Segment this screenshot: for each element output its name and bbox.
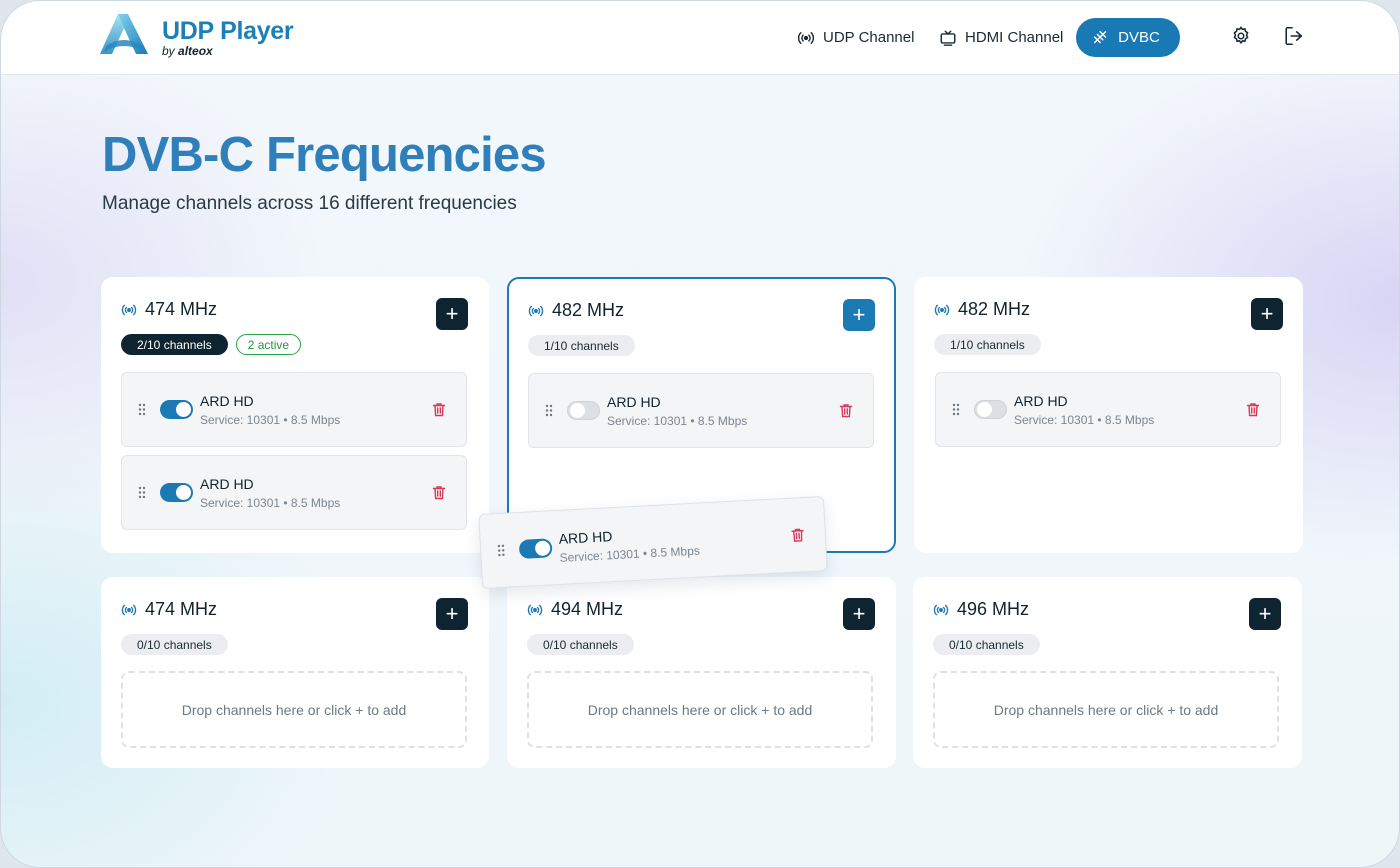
antenna-icon [1094, 30, 1107, 43]
channel-meta: Service: 10301 • 8.5 Mbps [200, 496, 341, 510]
app-subtitle: by alteox [162, 44, 213, 58]
app-title: UDP Player [162, 17, 294, 45]
channel-meta: Service: 10301 • 8.5 Mbps [559, 543, 701, 565]
channel-toggle[interactable] [974, 400, 1007, 419]
logout-icon[interactable] [1283, 25, 1305, 47]
card-badges: 1/10 channels [934, 334, 1041, 355]
nav-udp-channel[interactable]: UDP Channel [797, 18, 914, 57]
broadcast-icon [934, 304, 950, 315]
active-count-badge: 2 active [235, 334, 302, 355]
add-channel-button[interactable]: + [843, 299, 875, 331]
toggle-knob [176, 485, 191, 500]
app-subtitle-brand: alteox [178, 44, 213, 58]
frequency-label: 474 MHz [145, 599, 218, 619]
drop-zone[interactable]: Drop channels here or click + to add [121, 671, 467, 748]
add-channel-button[interactable]: + [1249, 598, 1281, 630]
toggle-knob [977, 402, 992, 417]
frequency-card-4: 474 MHz + 0/10 channels Drop channels he… [101, 577, 489, 768]
nav-hdmi-label: HDMI Channel [965, 29, 1064, 46]
card-header: 482 MHz [528, 300, 624, 321]
card-header: 474 MHz [121, 599, 217, 620]
channel-count-badge: 0/10 channels [121, 634, 228, 655]
broadcast-icon [797, 31, 815, 44]
nav-udp-label: UDP Channel [823, 29, 915, 46]
channel-name: ARD HD [558, 528, 613, 547]
frequency-label: 474 MHz [145, 299, 218, 319]
card-badges: 0/10 channels [933, 634, 1040, 655]
channel-meta: Service: 10301 • 8.5 Mbps [200, 413, 341, 427]
trash-icon[interactable] [839, 403, 853, 418]
channel-meta: Service: 10301 • 8.5 Mbps [1014, 413, 1155, 427]
card-header: 474 MHz [121, 299, 217, 320]
frequency-card-6: 496 MHz + 0/10 channels Drop channels he… [913, 577, 1302, 768]
broadcast-icon [121, 304, 137, 315]
channel-count-badge: 0/10 channels [933, 634, 1040, 655]
logo-icon [100, 14, 148, 54]
page-title: DVB-C Frequencies [102, 128, 547, 182]
drag-handle-icon[interactable] [952, 403, 960, 416]
toggle-knob [534, 540, 551, 557]
frequency-label: 482 MHz [958, 299, 1031, 319]
broadcast-icon [527, 604, 543, 615]
frequency-card-5: 494 MHz + 0/10 channels Drop channels he… [507, 577, 896, 768]
channel-name: ARD HD [1014, 393, 1068, 409]
card-badges: 2/10 channels 2 active [121, 334, 302, 355]
broadcast-icon [121, 604, 137, 615]
tv-icon [940, 30, 956, 46]
frequency-card-1: 474 MHz + 2/10 channels 2 active ARD HD … [101, 277, 489, 553]
channel-count-badge: 2/10 channels [121, 334, 228, 355]
toggle-knob [570, 403, 585, 418]
app-window: UDP Player by alteox UDP Channel HDMI Ch… [0, 0, 1400, 868]
nav-dvbc[interactable]: DVBC [1076, 18, 1180, 57]
drag-handle-icon[interactable] [497, 544, 506, 557]
card-badges: 0/10 channels [121, 634, 228, 655]
drop-zone[interactable]: Drop channels here or click + to add [527, 671, 873, 748]
add-channel-button[interactable]: + [436, 598, 468, 630]
channel-item[interactable]: ARD HD Service: 10301 • 8.5 Mbps [121, 455, 467, 530]
channel-toggle[interactable] [160, 400, 193, 419]
nav-dvbc-label: DVBC [1118, 29, 1160, 46]
drag-handle-icon[interactable] [138, 486, 146, 499]
channel-count-badge: 1/10 channels [934, 334, 1041, 355]
frequency-label: 496 MHz [957, 599, 1030, 619]
card-badges: 0/10 channels [527, 634, 634, 655]
toggle-knob [176, 402, 191, 417]
drag-handle-icon[interactable] [545, 404, 553, 417]
card-header: 482 MHz [934, 299, 1030, 320]
channel-item[interactable]: ARD HD Service: 10301 • 8.5 Mbps [935, 372, 1281, 447]
add-channel-button[interactable]: + [843, 598, 875, 630]
channel-meta: Service: 10301 • 8.5 Mbps [607, 414, 748, 428]
card-badges: 1/10 channels [528, 335, 635, 356]
frequency-label: 494 MHz [551, 599, 624, 619]
top-header: UDP Player by alteox UDP Channel HDMI Ch… [1, 1, 1399, 75]
channel-count-badge: 1/10 channels [528, 335, 635, 356]
trash-icon[interactable] [1246, 402, 1260, 417]
trash-icon[interactable] [432, 485, 446, 500]
app-subtitle-prefix: by [162, 44, 175, 58]
frequency-label: 482 MHz [552, 300, 625, 320]
broadcast-icon [933, 604, 949, 615]
channel-item[interactable]: ARD HD Service: 10301 • 8.5 Mbps [121, 372, 467, 447]
channel-count-badge: 0/10 channels [527, 634, 634, 655]
page-subtitle: Manage channels across 16 different freq… [102, 193, 517, 214]
channel-item[interactable]: ARD HD Service: 10301 • 8.5 Mbps [528, 373, 874, 448]
nav-hdmi-channel[interactable]: HDMI Channel [939, 18, 1063, 57]
channel-toggle[interactable] [567, 401, 600, 420]
channel-name: ARD HD [200, 476, 254, 492]
channel-toggle[interactable] [518, 538, 553, 559]
card-header: 496 MHz [933, 599, 1029, 620]
drop-zone[interactable]: Drop channels here or click + to add [933, 671, 1279, 748]
channel-name: ARD HD [607, 394, 661, 410]
frequency-card-3: 482 MHz + 1/10 channels ARD HD Service: … [914, 277, 1303, 553]
channel-toggle[interactable] [160, 483, 193, 502]
channel-name: ARD HD [200, 393, 254, 409]
trash-icon[interactable] [790, 527, 805, 543]
trash-icon[interactable] [432, 402, 446, 417]
add-channel-button[interactable]: + [1251, 298, 1283, 330]
broadcast-icon [528, 305, 544, 316]
drag-handle-icon[interactable] [138, 403, 146, 416]
card-header: 494 MHz [527, 599, 623, 620]
gear-icon[interactable] [1230, 25, 1252, 47]
add-channel-button[interactable]: + [436, 298, 468, 330]
